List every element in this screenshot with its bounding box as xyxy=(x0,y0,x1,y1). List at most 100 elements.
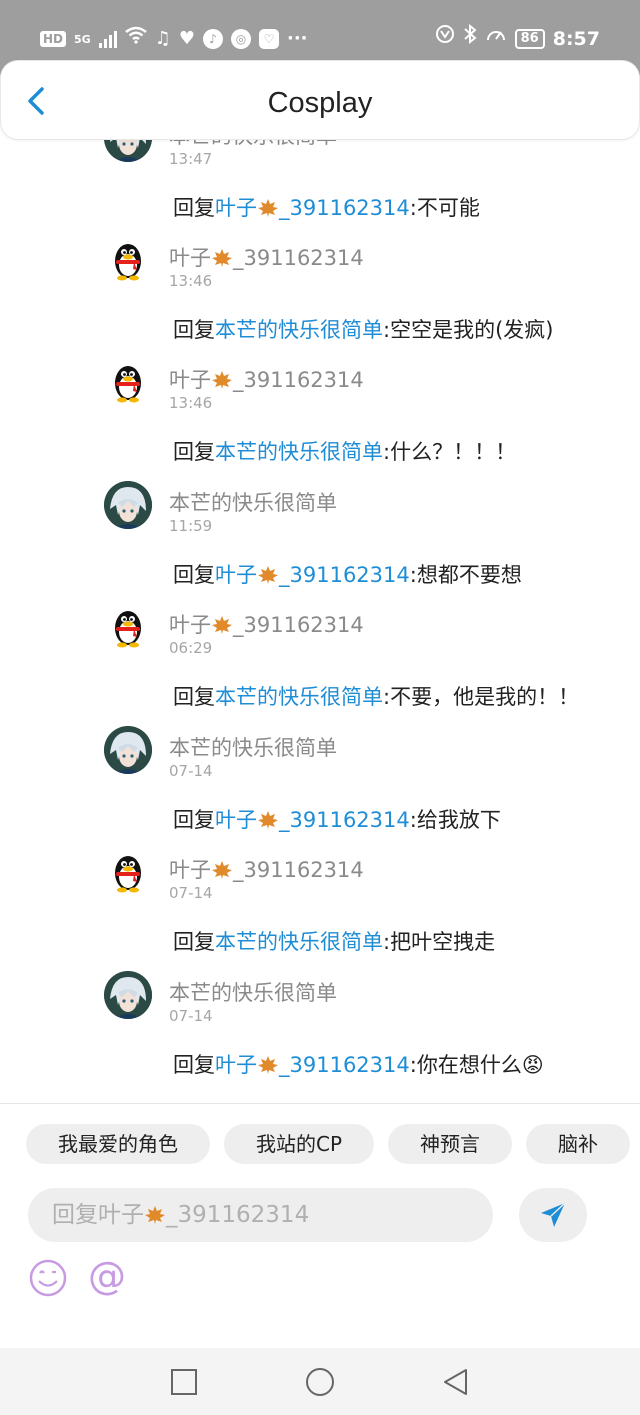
reply-separator: : xyxy=(409,196,417,220)
reply-content[interactable]: 回复本芒的快乐很简单:把叶空拽走 xyxy=(173,926,495,956)
reply-body: 给我放下 xyxy=(416,808,501,832)
quick-tag[interactable]: 神预言 xyxy=(388,1124,513,1164)
recents-button[interactable] xyxy=(169,1367,199,1397)
reply-input[interactable]: 回复叶子 _391162314 xyxy=(28,1188,493,1242)
user-avatar[interactable] xyxy=(104,481,152,529)
reply-body: 把叶空拽走 xyxy=(390,930,496,954)
reply-content[interactable]: 回复本芒的快乐很简单:不要，他是我的！！ xyxy=(173,681,579,711)
back-nav-button[interactable] xyxy=(441,1367,471,1397)
reply-list[interactable]: 本芒的快乐很简单13:47回复叶子_391162314:不可能 叶子_39116… xyxy=(0,140,640,1103)
reply-body: 想都不要想 xyxy=(416,563,522,587)
mention-button[interactable]: @ xyxy=(85,1254,129,1298)
reply-timestamp: 11:59 xyxy=(169,517,213,535)
reply-prefix: 回复 xyxy=(173,563,215,587)
reply-item: 叶子 _391162314 13:46 回复本芒的快乐很简单:空空是我的(发疯) xyxy=(0,236,640,358)
user-avatar[interactable] xyxy=(104,603,152,651)
reply-username[interactable]: 叶子 _391162314 xyxy=(169,242,364,272)
reply-timestamp: 06:29 xyxy=(169,639,213,657)
reply-target-user[interactable]: 本芒的快乐很简单 xyxy=(215,440,383,464)
reply-username[interactable]: 本芒的快乐很简单 xyxy=(169,732,337,762)
reply-target-user[interactable]: 本芒的快乐很简单 xyxy=(215,685,383,709)
browser-app-icon: ◎ xyxy=(230,29,251,49)
reply-input-panel: 我最爱的角色 我站的CP 神预言 脑补 回复叶子 _391162314 @ xyxy=(0,1103,640,1348)
maple-leaf-icon xyxy=(211,248,233,268)
reply-username[interactable]: 叶子 _391162314 xyxy=(169,854,364,884)
reply-item: 本芒的快乐很简单 07-14 回复叶子 _391162314:你在想什么😡 xyxy=(0,971,640,1093)
reply-item: 叶子 _391162314 13:46 回复本芒的快乐很简单:什么？！！！ xyxy=(0,358,640,480)
maple-leaf-icon xyxy=(144,1191,166,1224)
reply-username[interactable]: 叶子 _391162314 xyxy=(169,609,364,639)
battery-indicator: 86 xyxy=(514,29,545,49)
clock: 8:57 xyxy=(552,28,600,50)
reply-timestamp: 13:46 xyxy=(169,272,213,290)
reply-prefix: 回复 xyxy=(173,318,215,342)
maple-leaf-icon xyxy=(257,198,279,218)
user-avatar[interactable] xyxy=(104,726,152,774)
send-button[interactable] xyxy=(519,1188,587,1242)
reply-prefix: 回复 xyxy=(173,440,215,464)
top-app-bar: Cosplay xyxy=(0,60,640,140)
user-avatar[interactable] xyxy=(104,236,152,284)
reply-item: 叶子 _391162314 07-14 回复本芒的快乐很简单:把叶空拽走 xyxy=(0,848,640,970)
smiley-icon xyxy=(29,1259,67,1297)
reply-content[interactable]: 回复叶子 _391162314:给我放下 xyxy=(173,804,501,834)
reply-username[interactable]: 本芒的快乐很简单 xyxy=(169,140,337,150)
qq-penguin-avatar-icon xyxy=(115,856,141,893)
reply-target-user[interactable]: 本芒的快乐很简单 xyxy=(215,318,383,342)
heart-app-icon: ♥ xyxy=(178,28,195,49)
reply-content[interactable]: 回复叶子 _391162314:你在想什么😡 xyxy=(173,1049,544,1079)
reply-separator: : xyxy=(409,1053,417,1077)
reply-username[interactable]: 本芒的快乐很简单 xyxy=(169,977,337,1007)
user-avatar[interactable] xyxy=(104,140,152,162)
reply-target-user[interactable]: 叶子 _391162314 xyxy=(215,563,410,587)
square-icon xyxy=(171,1369,197,1395)
quick-tag-row: 我最爱的角色 我站的CP 神预言 脑补 xyxy=(26,1124,640,1166)
reply-separator: : xyxy=(409,808,417,832)
user-avatar[interactable] xyxy=(104,971,152,1019)
reply-target-user[interactable]: 本芒的快乐很简单 xyxy=(215,930,383,954)
paper-plane-icon xyxy=(541,1202,566,1227)
reply-content[interactable]: 回复本芒的快乐很简单:什么？！！！ xyxy=(173,436,516,466)
music-app-icon: ♪ xyxy=(202,29,223,49)
quick-tag[interactable]: 我最爱的角色 xyxy=(26,1124,210,1164)
reply-separator: : xyxy=(409,563,417,587)
hd-indicator: HD xyxy=(40,31,67,47)
reply-timestamp: 07-14 xyxy=(169,1007,213,1025)
nfc-icon xyxy=(435,24,455,54)
maple-leaf-icon xyxy=(257,1055,279,1075)
reply-item: 叶子 _391162314 06:29 回复本芒的快乐很简单:不要，他是我的！！ xyxy=(0,603,640,725)
reply-target-user[interactable]: 叶子 _391162314 xyxy=(215,1053,410,1077)
reply-timestamp: 07-14 xyxy=(169,884,213,902)
anime-character-avatar-icon xyxy=(104,481,152,529)
anime-character-avatar-icon xyxy=(104,140,152,162)
quick-tag[interactable]: 脑补 xyxy=(526,1124,631,1164)
user-avatar[interactable] xyxy=(104,848,152,896)
reply-username[interactable]: 本芒的快乐很简单 xyxy=(169,487,337,517)
reply-timestamp: 13:46 xyxy=(169,394,213,412)
quick-tag[interactable]: 我站的CP xyxy=(224,1124,375,1164)
reply-timestamp: 13:47 xyxy=(169,150,213,168)
emoji-button[interactable] xyxy=(28,1258,68,1298)
user-avatar[interactable] xyxy=(104,358,152,406)
qq-penguin-avatar-icon xyxy=(115,244,141,281)
reply-target-user[interactable]: 叶子 _391162314 xyxy=(215,196,410,220)
status-right-indicators: 86 8:57 xyxy=(435,23,600,54)
reply-username[interactable]: 叶子 _391162314 xyxy=(169,364,364,394)
reply-body: 什么？！！！ xyxy=(390,440,517,464)
home-button[interactable] xyxy=(305,1367,335,1397)
bluetooth-icon xyxy=(463,23,477,54)
reply-content[interactable]: 回复叶子 _391162314:想都不要想 xyxy=(173,559,522,589)
page-title: Cosplay xyxy=(267,87,373,119)
reply-body: 你在想什么😡 xyxy=(416,1053,544,1077)
reply-prefix: 回复 xyxy=(173,685,215,709)
reply-target-user[interactable]: 叶子 _391162314 xyxy=(215,808,410,832)
status-left-indicators: HD 5G ♫ ♥ ♪ ◎ ♡ ··· xyxy=(40,24,308,54)
reply-body: 空空是我的(发疯) xyxy=(390,318,554,342)
reply-item: 本芒的快乐很简单13:47 回复叶子_391162314:不可能 xyxy=(0,140,640,236)
reply-content[interactable]: 回复本芒的快乐很简单:空空是我的(发疯) xyxy=(173,314,553,344)
more-notifications-icon: ··· xyxy=(286,28,308,49)
reply-prefix: 回复 xyxy=(173,808,215,832)
qq-penguin-avatar-icon xyxy=(115,366,141,403)
reply-content[interactable]: 回复叶子 _391162314:不可能 xyxy=(173,192,480,222)
reply-timestamp: 07-14 xyxy=(169,762,213,780)
